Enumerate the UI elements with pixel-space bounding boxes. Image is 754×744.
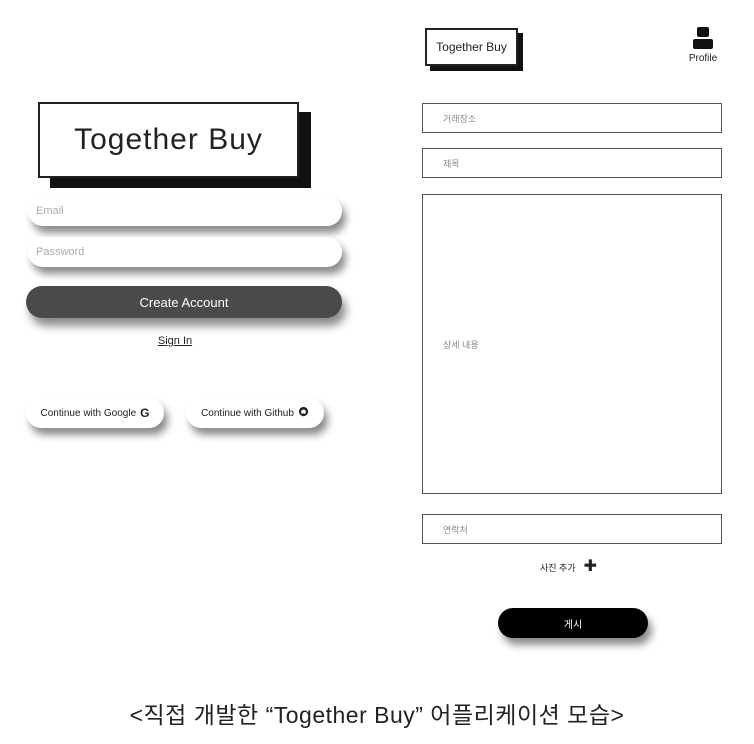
github-label: Continue with Github: [201, 407, 294, 419]
create-account-label: Create Account: [139, 294, 229, 310]
password-placeholder: Password: [36, 246, 85, 258]
add-photo-button[interactable]: 사진 추가 ✚: [540, 558, 620, 576]
figure-caption: <직접 개발한 “Together Buy” 어플리케이션 모습>: [129, 702, 625, 728]
app-title-small: Together Buy: [436, 40, 507, 54]
person-icon: [692, 26, 714, 50]
google-icon: G: [140, 406, 150, 420]
plus-icon: ✚: [583, 558, 598, 575]
google-label: Continue with Google: [40, 407, 137, 419]
title-placeholder: 제목: [443, 158, 460, 169]
profile-button[interactable]: Profile: [680, 26, 726, 74]
email-placeholder: Email: [36, 205, 64, 217]
create-account-button[interactable]: Create Account: [26, 286, 342, 318]
github-icon: [298, 406, 309, 420]
email-input[interactable]: Email: [28, 196, 342, 226]
title-input[interactable]: 제목: [422, 148, 722, 178]
detail-placeholder: 상세 내용: [443, 339, 479, 350]
detail-textarea[interactable]: 상세 내용: [422, 194, 722, 494]
app-logo-large: Together Buy: [38, 102, 299, 178]
submit-post-button[interactable]: 게시: [498, 608, 648, 638]
location-input[interactable]: 거래장소: [422, 103, 722, 133]
google-login-button[interactable]: Continue with Google G: [26, 398, 164, 428]
app-title: Together Buy: [74, 123, 263, 156]
submit-label: 게시: [563, 619, 583, 631]
github-login-button[interactable]: Continue with Github: [186, 398, 324, 428]
sign-in-link[interactable]: Sign In: [130, 335, 220, 347]
contact-input[interactable]: 연락처: [422, 514, 722, 544]
add-photo-label: 사진 추가: [540, 562, 576, 573]
profile-label: Profile: [688, 53, 718, 64]
app-logo-small[interactable]: Together Buy: [425, 28, 518, 66]
contact-placeholder: 연락처: [443, 524, 468, 535]
password-input[interactable]: Password: [28, 237, 342, 267]
location-placeholder: 거래장소: [443, 113, 477, 124]
